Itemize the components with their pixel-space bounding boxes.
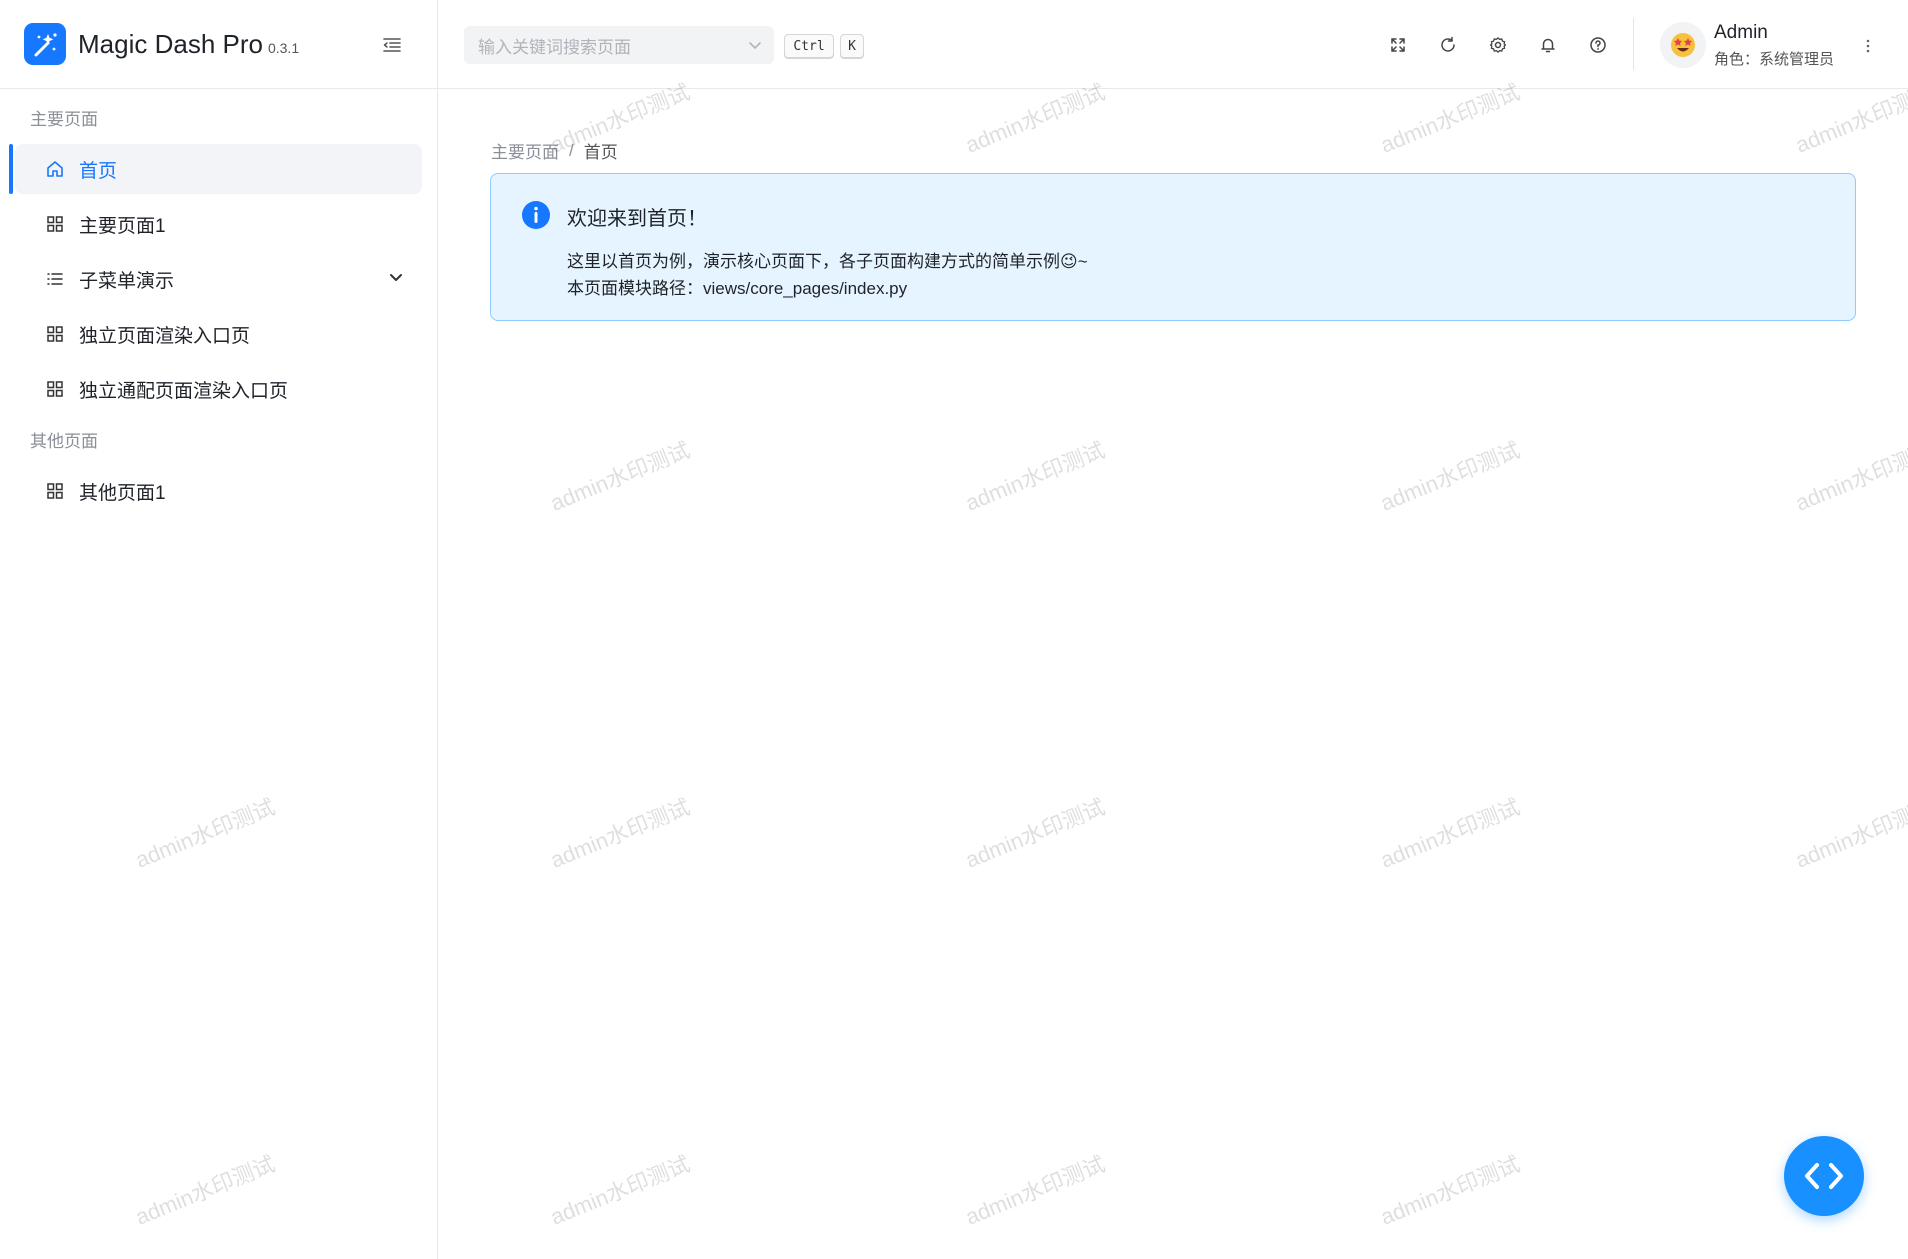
sidebar-item-home[interactable]: 首页 bbox=[9, 144, 422, 194]
sidebar-item-other-page-1[interactable]: 其他页面1 bbox=[15, 466, 422, 516]
brand-bar: Magic Dash Pro 0.3.1 bbox=[0, 0, 437, 89]
grid-icon bbox=[45, 379, 65, 399]
sidebar-item-submenu-demo[interactable]: 子菜单演示 bbox=[15, 254, 422, 304]
breadcrumb: 主要页面 / 首页 bbox=[491, 138, 618, 163]
home-icon bbox=[45, 159, 65, 179]
settings-gear-icon[interactable] bbox=[1486, 33, 1510, 57]
sidebar: Magic Dash Pro 0.3.1 主要页面 首页 主要页面1 子菜单演示… bbox=[0, 0, 438, 1259]
star-struck-emoji-icon bbox=[1671, 33, 1695, 57]
help-question-icon[interactable] bbox=[1586, 33, 1610, 57]
top-header: 输入关键词搜索页面 Ctrl K Admin 角色：系统管理员 bbox=[438, 0, 1908, 89]
view-source-code-button[interactable] bbox=[1784, 1136, 1864, 1216]
code-brackets-icon bbox=[1805, 1163, 1843, 1189]
shortcut-key-ctrl: Ctrl bbox=[784, 34, 834, 58]
welcome-alert: 欢迎来到首页！ 这里以首页为例，演示核心页面下，各子页面构建方式的简单示例😉~ … bbox=[490, 173, 1856, 321]
sidebar-item-main-page-1[interactable]: 主要页面1 bbox=[15, 199, 422, 249]
app-version: 0.3.1 bbox=[267, 40, 300, 56]
sidebar-item-label: 独立通配页面渲染入口页 bbox=[79, 380, 289, 402]
grid-icon bbox=[45, 481, 65, 501]
info-icon bbox=[521, 200, 551, 230]
sidebar-item-label: 独立页面渲染入口页 bbox=[79, 325, 251, 347]
app-root: Magic Dash Pro 0.3.1 主要页面 首页 主要页面1 子菜单演示… bbox=[0, 0, 1908, 1259]
avatar[interactable] bbox=[1660, 22, 1706, 68]
search-placeholder: 输入关键词搜索页面 bbox=[478, 37, 631, 57]
list-icon bbox=[45, 269, 65, 289]
fullscreen-icon[interactable] bbox=[1386, 33, 1410, 57]
header-divider bbox=[1633, 18, 1634, 70]
sidebar-item-label: 子菜单演示 bbox=[79, 270, 175, 292]
breadcrumb-current: 首页 bbox=[583, 143, 618, 162]
menu-group-other: 其他页面 bbox=[30, 431, 98, 451]
menu-group-main: 主要页面 bbox=[30, 109, 98, 129]
user-role: 角色：系统管理员 bbox=[1714, 51, 1835, 68]
alert-description: 这里以首页为例，演示核心页面下，各子页面构建方式的简单示例😉~ bbox=[567, 252, 1088, 271]
sidebar-item-label: 其他页面1 bbox=[79, 482, 166, 504]
chevron-down-icon bbox=[748, 37, 762, 57]
alert-module-path: 本页面模块路径：views/core_pages/index.py bbox=[567, 279, 908, 298]
grid-icon bbox=[45, 214, 65, 234]
sidebar-item-wildcard-page[interactable]: 独立通配页面渲染入口页 bbox=[15, 364, 422, 414]
sidebar-item-label: 首页 bbox=[79, 160, 118, 182]
grid-icon bbox=[45, 324, 65, 344]
breadcrumb-parent[interactable]: 主要页面 bbox=[491, 138, 559, 163]
main-content: 主要页面 / 首页 欢迎来到首页！ 这里以首页为例，演示核心页面下，各子页面构建… bbox=[438, 90, 1908, 1259]
sidebar-item-standalone-page[interactable]: 独立页面渲染入口页 bbox=[15, 309, 422, 359]
chevron-down-icon[interactable] bbox=[388, 269, 404, 291]
notification-bell-icon[interactable] bbox=[1536, 33, 1560, 57]
user-name: Admin bbox=[1714, 22, 1768, 43]
magic-wand-logo-icon bbox=[24, 23, 66, 65]
sidebar-collapse-icon[interactable] bbox=[380, 33, 404, 57]
refresh-icon[interactable] bbox=[1436, 33, 1460, 57]
more-vertical-icon[interactable] bbox=[1858, 34, 1878, 58]
breadcrumb-separator: / bbox=[569, 140, 574, 160]
shortcut-key-k: K bbox=[840, 34, 864, 58]
app-title: Magic Dash Pro bbox=[78, 28, 263, 59]
sidebar-item-label: 主要页面1 bbox=[79, 215, 166, 237]
page-search-select[interactable]: 输入关键词搜索页面 bbox=[464, 26, 774, 64]
alert-title: 欢迎来到首页！ bbox=[567, 208, 707, 230]
